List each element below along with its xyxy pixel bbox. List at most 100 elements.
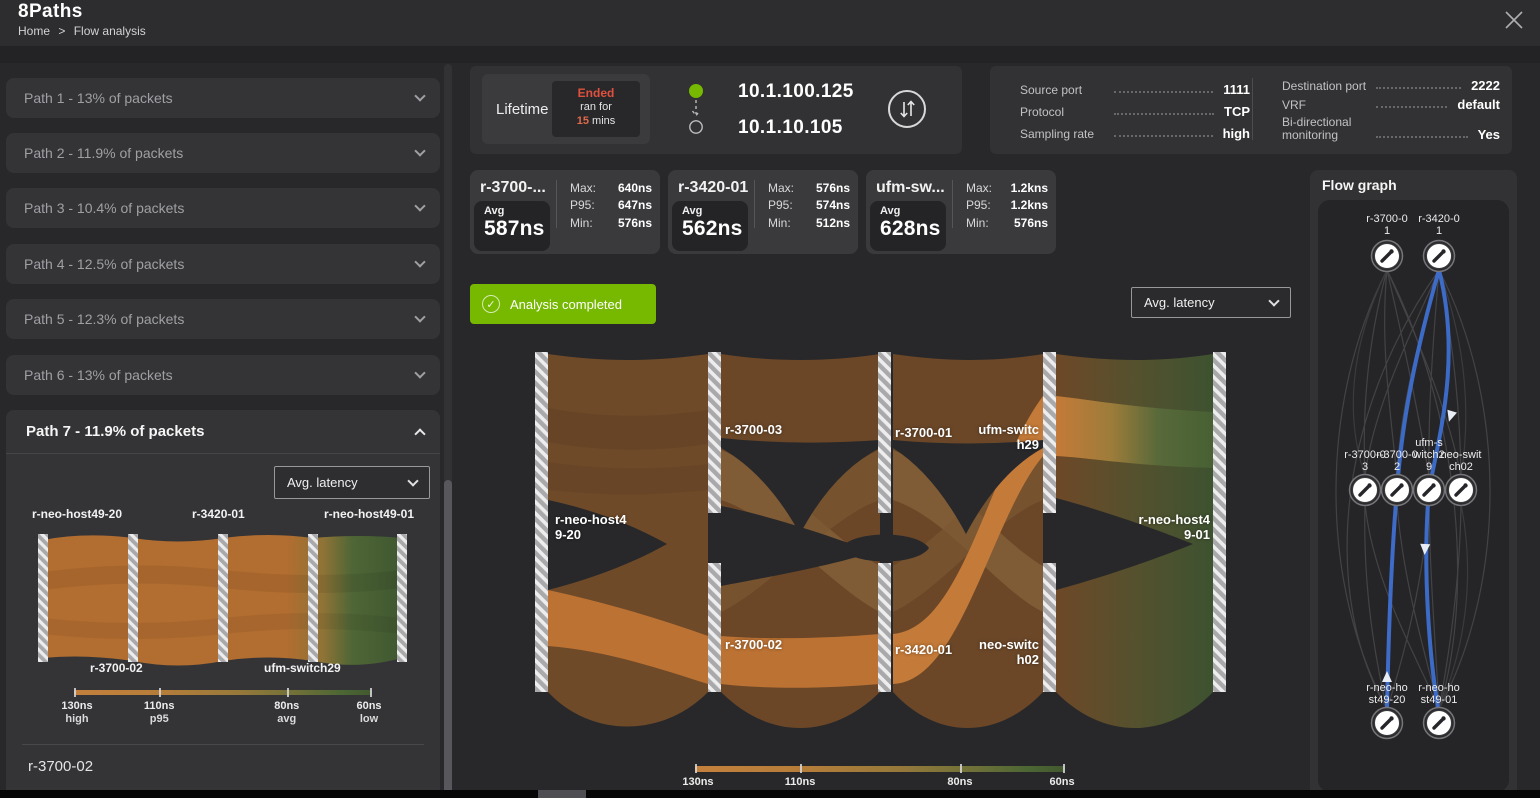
- flow-graph-panel: Flow graph: [1310, 170, 1517, 798]
- param-row: Destination port2222: [1282, 78, 1500, 93]
- parameters-card: Source port1111 ProtocolTCP Sampling rat…: [990, 66, 1512, 154]
- sidebar-scrollbar[interactable]: [444, 64, 452, 798]
- avg-latency-box: Avg 587ns: [474, 201, 550, 251]
- chevron-down-icon: [1268, 295, 1279, 306]
- scrollbar-thumb[interactable]: [444, 480, 452, 798]
- sankey-source-label: r-neo-host49-20: [555, 513, 629, 543]
- banner-text: Analysis completed: [510, 297, 622, 312]
- mini-sankey-chart: [30, 530, 412, 678]
- param-row: Bi-directional monitoringYes: [1282, 116, 1500, 142]
- avg-latency-box: Avg 562ns: [672, 201, 748, 251]
- sankey-node-bar: [1043, 563, 1056, 692]
- legend-item: 110ns: [785, 776, 816, 789]
- flow-node-label: r-3420-01: [1417, 214, 1461, 238]
- flow-node-label: r-3700-01: [1365, 214, 1409, 238]
- legend-item: 80nsavg: [274, 700, 299, 726]
- path7-node-item[interactable]: r-3700-02: [28, 758, 93, 775]
- sidebar-item-path-3[interactable]: Path 3 - 10.4% of packets: [6, 188, 440, 228]
- mini-sankey-node-bar: [218, 534, 228, 662]
- breadcrumb-home[interactable]: Home: [18, 24, 50, 38]
- param-row: Source port1111: [1020, 82, 1250, 97]
- flow-node-label: r-neo-host49-01: [1417, 683, 1461, 707]
- lifetime-label: Lifetime: [496, 101, 549, 118]
- stat-row: Max:576ns: [768, 180, 850, 197]
- stat-row: Min:576ns: [570, 215, 652, 232]
- sankey-node-label: r-3700-02: [725, 638, 782, 653]
- param-row: VRFdefault: [1282, 97, 1500, 112]
- stat-row: Min:512ns: [768, 215, 850, 232]
- close-icon[interactable]: [1498, 4, 1530, 36]
- stat-row: P95:1.2kns: [966, 197, 1048, 214]
- lifetime-status-box: Ended ran for 15 mins: [552, 81, 640, 137]
- swap-direction-button[interactable]: [888, 90, 926, 128]
- path-label: Path 6 - 13% of packets: [24, 367, 173, 383]
- chevron-down-icon: [414, 256, 425, 267]
- source-ip: 10.1.100.125: [738, 81, 854, 103]
- sankey-destination-label: r-neo-host49-01: [1136, 513, 1210, 543]
- mini-sankey-bottom-label: ufm-switch29: [264, 662, 341, 676]
- flow-node-label: neo-switch02: [1439, 450, 1483, 474]
- node-name: r-3420-01: [678, 179, 748, 197]
- chevron-down-icon: [407, 475, 418, 486]
- divider: [1252, 78, 1253, 140]
- mini-sankey-source-label: r-neo-host49-20: [32, 508, 124, 522]
- latency-card: r-3420-01 Max:576ns P95:574ns Min:512ns …: [668, 170, 858, 254]
- sidebar-item-path-6[interactable]: Path 6 - 13% of packets: [6, 355, 440, 395]
- header-divider: [0, 46, 1540, 63]
- lifetime-status: Ended: [552, 86, 640, 101]
- chevron-down-icon: [414, 145, 425, 156]
- sankey-node-bar: [1213, 352, 1226, 692]
- path7-latency-legend: 130nshigh 110nsp95 80nsavg 60nslow: [74, 690, 372, 695]
- sankey-node-bar: [535, 352, 548, 692]
- mini-sankey-dest-label: r-neo-host49-01: [322, 508, 414, 522]
- sankey-node-bar: [708, 352, 721, 513]
- legend-item: 80ns: [947, 776, 972, 789]
- stat-row: Min:576ns: [966, 215, 1048, 232]
- stat-row: Max:640ns: [570, 180, 652, 197]
- chevron-down-icon: [414, 90, 425, 101]
- sidebar-item-path-5[interactable]: Path 5 - 12.3% of packets: [6, 299, 440, 339]
- dropdown-value: Avg. latency: [1144, 295, 1215, 310]
- latency-card: ufm-sw... Max:1.2kns P95:1.2kns Min:576n…: [866, 170, 1056, 254]
- scrollbar-thumb[interactable]: [538, 790, 586, 798]
- flow-analysis-app: 8Paths Home > Flow analysis Path 1 - 13%…: [0, 0, 1540, 798]
- legend-gradient-bar: [74, 690, 372, 695]
- legend-item: 60ns: [1049, 776, 1074, 789]
- sankey-node-label: r-3700-01: [895, 426, 952, 441]
- mini-sankey-node-bar: [397, 534, 407, 662]
- path-label: Path 2 - 11.9% of packets: [24, 145, 183, 161]
- lifetime-ran-for: ran for: [552, 101, 640, 115]
- sankey-node-label: r-3700-03: [725, 423, 782, 438]
- node-name: r-3700-...: [480, 179, 546, 197]
- chevron-down-icon: [414, 311, 425, 322]
- path-label: Path 1 - 13% of packets: [24, 90, 173, 106]
- sankey-node-label: neo-switch02: [975, 638, 1039, 668]
- chevron-up-icon: [414, 428, 425, 439]
- mini-sankey-node-bar: [38, 534, 48, 662]
- horizontal-scrollbar[interactable]: [0, 790, 1540, 798]
- path7-metric-dropdown[interactable]: Avg. latency: [274, 466, 430, 499]
- sidebar-item-path-7[interactable]: Path 7 - 11.9% of packets: [6, 410, 440, 454]
- lifetime-duration: 15 mins: [552, 115, 640, 129]
- sankey-node-label: r-3420-01: [895, 643, 952, 658]
- avg-latency-box: Avg 628ns: [870, 201, 946, 251]
- legend-item: 130ns: [682, 776, 713, 789]
- param-row: Sampling ratehigh: [1020, 126, 1250, 141]
- chevron-down-icon: [414, 367, 425, 378]
- sidebar-item-path-2[interactable]: Path 2 - 11.9% of packets: [6, 133, 440, 173]
- analysis-status-banner[interactable]: ✓ Analysis completed: [470, 284, 656, 324]
- legend-gradient-bar: [695, 766, 1065, 772]
- path-label: Path 7 - 11.9% of packets: [26, 423, 204, 440]
- flow-node-label: r-neo-host49-20: [1365, 683, 1409, 707]
- sidebar-item-path-4[interactable]: Path 4 - 12.5% of packets: [6, 244, 440, 284]
- sankey-node-bar: [878, 563, 891, 692]
- endpoint-path-icon: [688, 84, 704, 136]
- stat-row: P95:574ns: [768, 197, 850, 214]
- flow-graph-title: Flow graph: [1322, 177, 1397, 193]
- breadcrumb-current: Flow analysis: [74, 24, 146, 38]
- sidebar-item-path-1[interactable]: Path 1 - 13% of packets: [6, 78, 440, 118]
- divider: [952, 180, 953, 228]
- destination-ip: 10.1.10.105: [738, 117, 843, 139]
- main-metric-dropdown[interactable]: Avg. latency: [1131, 287, 1291, 318]
- divider: [754, 180, 755, 228]
